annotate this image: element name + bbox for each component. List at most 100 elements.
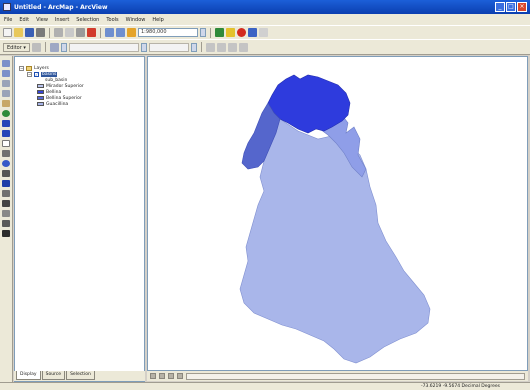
add-data-icon[interactable] — [127, 28, 136, 37]
arccatalog-icon[interactable] — [237, 28, 246, 37]
attributes-icon[interactable] — [227, 42, 237, 52]
sketch-properties-icon[interactable] — [238, 42, 248, 52]
create-viewer-icon[interactable] — [2, 220, 10, 227]
coordinate-readout: -73.6219 -9.5674 Decimal Degrees — [421, 384, 500, 389]
find-icon[interactable] — [2, 170, 10, 177]
title-bar: Untitled - ArcMap - ArcView _ □ × — [0, 0, 530, 14]
zoom-out-icon[interactable] — [2, 70, 10, 77]
toolbar-separator — [44, 42, 46, 52]
layer-group-label: basins — [41, 71, 58, 77]
go-to-xy-icon[interactable] — [2, 200, 10, 207]
menu-selection[interactable]: Selection — [76, 17, 99, 23]
back-extent-icon[interactable] — [2, 120, 10, 127]
horizontal-scrollbar[interactable] — [186, 372, 525, 380]
close-button[interactable]: × — [517, 2, 527, 12]
fixed-zoom-out-icon[interactable] — [2, 90, 10, 97]
minimize-button[interactable]: _ — [495, 2, 505, 12]
copy-icon[interactable] — [65, 28, 74, 37]
legend-label: Bellina — [46, 89, 62, 95]
delete-icon[interactable] — [87, 28, 96, 37]
cut-icon[interactable] — [54, 28, 63, 37]
menu-file[interactable]: File — [4, 17, 12, 23]
tools-toolbar — [0, 56, 13, 382]
arctoolbox-icon[interactable] — [226, 28, 235, 37]
task-dropdown-icon[interactable] — [140, 42, 147, 52]
sketch-tool-icon[interactable] — [49, 42, 59, 52]
basin-map[interactable] — [148, 57, 529, 372]
pause-drawing-icon[interactable] — [177, 373, 183, 379]
tab-selection[interactable]: Selection — [66, 371, 95, 380]
collapse-icon[interactable]: − — [19, 65, 24, 71]
symbology-field-label: sub_basin — [45, 77, 68, 83]
undo-icon[interactable] — [105, 28, 114, 37]
pan-icon[interactable] — [2, 100, 10, 107]
legend-swatch — [37, 84, 44, 88]
hyperlink-icon[interactable] — [2, 180, 10, 187]
tab-source[interactable]: Source — [41, 371, 66, 380]
html-popup-icon[interactable] — [2, 230, 10, 237]
legend-item: Guacillina — [19, 101, 144, 107]
select-elements-icon[interactable] — [2, 150, 10, 157]
menu-view[interactable]: View — [36, 17, 48, 23]
menu-insert[interactable]: Insert — [55, 17, 69, 23]
forward-extent-icon[interactable] — [2, 130, 10, 137]
target-dropdown-icon[interactable] — [190, 42, 197, 52]
data-frame-icon — [26, 65, 32, 71]
map-view[interactable] — [147, 56, 528, 371]
data-frame-label: Layers — [34, 65, 49, 71]
legend-swatch — [37, 102, 44, 106]
legend-swatch — [37, 90, 44, 94]
sketch-dropdown-icon[interactable] — [60, 42, 67, 52]
map-navigation-bar — [147, 371, 528, 381]
data-view-icon[interactable] — [150, 373, 156, 379]
command-line-icon[interactable] — [248, 28, 257, 37]
map-scale-input[interactable]: 1:980,000 — [138, 28, 198, 37]
tab-display[interactable]: Display — [16, 371, 41, 380]
print-icon[interactable] — [36, 28, 45, 37]
visibility-checkbox[interactable]: ✓ — [34, 71, 39, 77]
menu-help[interactable]: Help — [152, 17, 163, 23]
layer-tree: − Layers − ✓ basins sub_basin Mirador Su… — [19, 65, 144, 107]
measure-icon[interactable] — [2, 190, 10, 197]
save-icon[interactable] — [25, 28, 34, 37]
zoom-in-icon[interactable] — [2, 60, 10, 67]
new-document-icon[interactable] — [3, 28, 12, 37]
arcmap-app-icon — [3, 3, 11, 11]
redo-icon[interactable] — [116, 28, 125, 37]
edit-tool-icon[interactable] — [31, 42, 41, 52]
time-slider-icon[interactable] — [2, 210, 10, 217]
refresh-icon[interactable] — [168, 373, 174, 379]
toolbar-separator — [49, 27, 50, 38]
menu-tools[interactable]: Tools — [106, 17, 118, 23]
rotate-tool-icon[interactable] — [216, 42, 226, 52]
editor-toolbar: Editor ▾ — [0, 39, 530, 55]
collapse-icon[interactable]: − — [27, 71, 32, 77]
toolbar-separator — [100, 27, 101, 38]
legend-label: Bellina Superior — [46, 95, 82, 101]
identify-icon[interactable] — [2, 160, 10, 167]
fixed-zoom-in-icon[interactable] — [2, 80, 10, 87]
layout-view-icon[interactable] — [159, 373, 165, 379]
select-features-icon[interactable] — [2, 140, 10, 147]
target-select[interactable] — [148, 42, 189, 52]
legend-swatch — [37, 96, 44, 100]
maximize-button[interactable]: □ — [506, 2, 516, 12]
open-folder-icon[interactable] — [14, 28, 23, 37]
scale-dropdown-icon[interactable] — [200, 28, 206, 37]
menu-window[interactable]: Window — [126, 17, 146, 23]
main-basin-polygon[interactable] — [239, 118, 431, 364]
toolbar-separator — [200, 42, 202, 52]
editor-toolbar-icon[interactable] — [215, 28, 224, 37]
task-select[interactable] — [68, 42, 139, 52]
full-extent-icon[interactable] — [2, 110, 10, 117]
editor-menu-button[interactable]: Editor ▾ — [3, 42, 30, 52]
paste-icon[interactable] — [76, 28, 85, 37]
status-bar: -73.6219 -9.5674 Decimal Degrees — [0, 382, 530, 390]
window-controls: _ □ × — [495, 2, 527, 12]
standard-toolbar: 1:980,000 — [0, 25, 530, 39]
menu-edit[interactable]: Edit — [19, 17, 29, 23]
split-tool-icon[interactable] — [205, 42, 215, 52]
whats-this-icon[interactable] — [259, 28, 268, 37]
table-of-contents: − Layers − ✓ basins sub_basin Mirador Su… — [14, 56, 145, 382]
toc-tab-strip: Display Source Selection — [14, 371, 145, 381]
